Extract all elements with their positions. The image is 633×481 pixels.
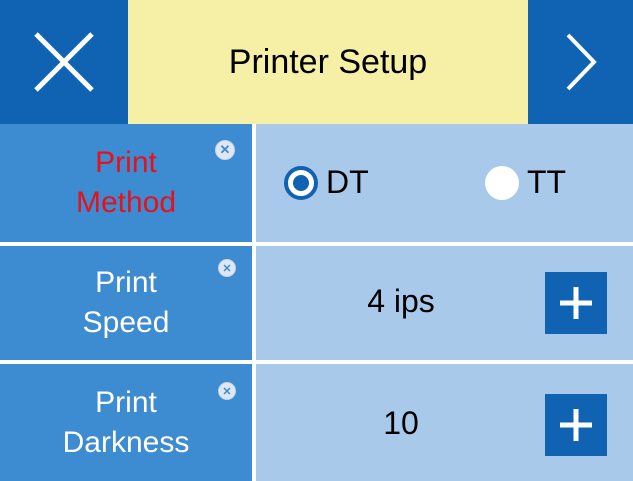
print-darkness-label-line2: Darkness	[62, 425, 190, 459]
close-button[interactable]	[0, 0, 128, 124]
print-darkness-label: Print Darkness	[0, 364, 252, 481]
radio-unselected-icon	[485, 165, 519, 200]
printer-setup-screen: Printer Setup Print Method ✕ DT TT Print…	[0, 0, 633, 481]
plus-icon	[560, 287, 592, 319]
increase-speed-button[interactable]	[545, 272, 607, 334]
close-x-icon	[34, 32, 94, 92]
page-title: Printer Setup	[128, 0, 528, 124]
increase-darkness-button[interactable]	[545, 394, 607, 456]
print-speed-value: 4 ips	[367, 283, 435, 319]
info-icon[interactable]: ✕	[218, 382, 236, 400]
print-speed-label-line2: Speed	[82, 306, 170, 339]
info-icon[interactable]: ✕	[218, 259, 236, 277]
print-darkness-label-line1: Print	[95, 385, 157, 419]
chevron-right-icon	[566, 33, 597, 91]
radio-dt-label: DT	[326, 164, 369, 200]
radio-dt[interactable]: DT	[284, 164, 369, 201]
radio-tt[interactable]: TT	[485, 164, 566, 201]
plus-icon	[560, 409, 592, 441]
print-method-label-line1: Print	[95, 146, 157, 179]
print-method-label: Print Method	[0, 124, 252, 242]
info-icon[interactable]: ✕	[215, 140, 235, 160]
radio-tt-label: TT	[527, 164, 567, 200]
print-method-label-line2: Method	[75, 186, 177, 219]
print-speed-label: Print Speed	[0, 246, 252, 360]
print-darkness-value: 10	[383, 405, 419, 441]
radio-selected-icon	[284, 165, 318, 200]
next-button[interactable]	[528, 0, 633, 124]
print-speed-label-line1: Print	[95, 266, 157, 299]
